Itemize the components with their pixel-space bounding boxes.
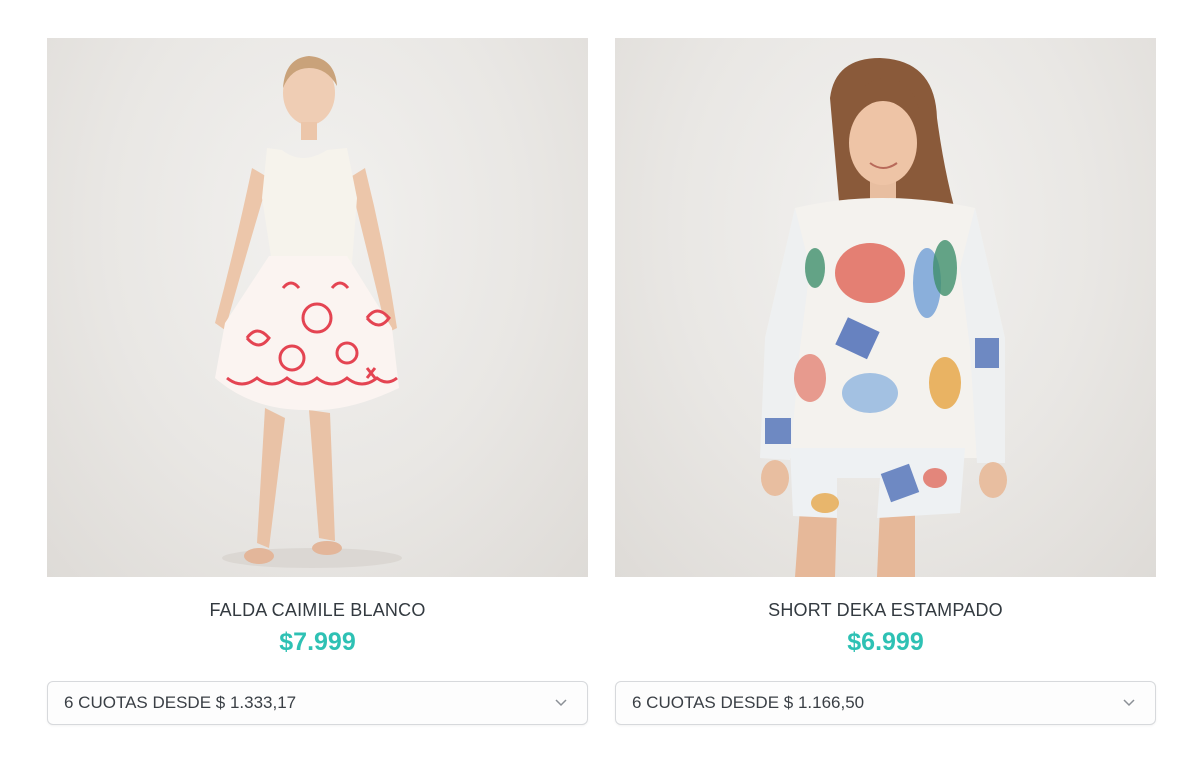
installments-label: 6 CUOTAS DESDE $ 1.166,50 <box>632 693 865 712</box>
product-image[interactable] <box>47 38 588 577</box>
product-title[interactable]: FALDA CAIMILE BLANCO <box>47 599 588 621</box>
product-price: $6.999 <box>847 628 924 656</box>
product-image[interactable] <box>615 38 1156 577</box>
product-price: $7.999 <box>279 628 356 656</box>
chevron-down-icon <box>1121 695 1137 711</box>
installments-label: 6 CUOTAS DESDE $ 1.333,17 <box>64 693 297 712</box>
product-title[interactable]: SHORT DEKA ESTAMPADO <box>615 599 1156 621</box>
product-card[interactable]: SHORT DEKA ESTAMPADO $6.999 6 CUOTAS DES… <box>615 38 1156 725</box>
product-card[interactable]: FALDA CAIMILE BLANCO $7.999 6 CUOTAS DES… <box>47 38 588 725</box>
installments-dropdown[interactable]: 6 CUOTAS DESDE $ 1.166,50 <box>615 681 1156 725</box>
installments-dropdown[interactable]: 6 CUOTAS DESDE $ 1.333,17 <box>47 681 588 725</box>
chevron-down-icon <box>553 695 569 711</box>
product-grid: FALDA CAIMILE BLANCO $7.999 6 CUOTAS DES… <box>0 0 1200 762</box>
product-photo-falda <box>215 56 402 568</box>
product-photo-short <box>760 58 1007 577</box>
